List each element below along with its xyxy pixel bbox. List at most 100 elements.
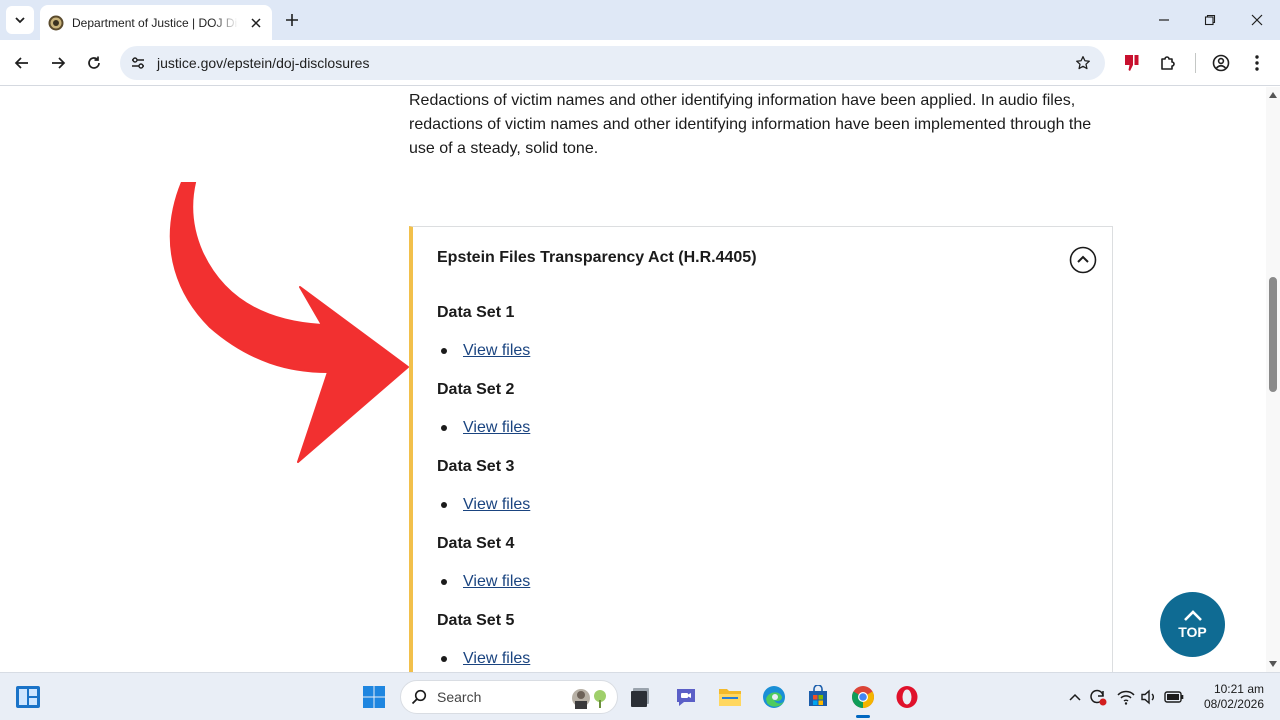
widgets-icon [16,686,40,708]
teams-button[interactable] [672,683,700,711]
list-item: View files [437,573,530,591]
search-label: Search [437,689,482,705]
battery-icon [1164,691,1184,703]
data-set-title: Data Set 1 [437,304,515,321]
tab-title: Department of Justice | DOJ Disclosures [72,15,238,30]
browser-window: Department of Justice | DOJ Disclosures [0,0,1280,720]
taskbar-search[interactable]: Search [400,680,618,714]
bullet [441,502,447,508]
page-viewport: Redactions of victim names and other ide… [0,87,1266,672]
chevron-up-circle-icon [1069,246,1097,274]
data-set-title: Data Set 5 [437,612,515,629]
search-highlight-icon [572,689,606,709]
browser-toolbar: justice.gov/epstein/doj-disclosures [0,40,1280,86]
minimize-button[interactable] [1150,6,1178,34]
back-button[interactable] [8,49,36,77]
close-icon [1251,14,1263,26]
thumb-down-extension-icon [1125,55,1139,71]
view-files-link[interactable]: View files [463,342,530,360]
close-icon [251,17,261,28]
list-item: View files [437,496,530,514]
tab-search-button[interactable] [6,6,34,34]
chrome-icon [852,686,874,708]
data-set-title: Data Set 4 [437,535,515,552]
start-button[interactable] [360,683,388,711]
plus-icon [286,14,298,26]
extension-red-button[interactable] [1118,49,1146,77]
profile-button[interactable] [1207,49,1235,77]
sync-alert-icon [1090,689,1107,706]
teams-chat-icon [677,689,695,706]
minimize-icon [1159,19,1169,21]
puzzle-icon [1161,56,1175,70]
url-text[interactable]: justice.gov/epstein/doj-disclosures [157,55,369,71]
tab-close-button[interactable] [248,15,264,31]
task-view-icon [631,688,649,707]
opera-button[interactable] [893,683,921,711]
scroll-up-arrow-icon[interactable] [1269,92,1277,98]
new-tab-button[interactable] [280,8,304,32]
view-files-link[interactable]: View files [463,573,530,591]
top-button-label: TOP [1178,623,1207,640]
edge-icon [763,686,785,708]
redaction-notice: Redactions of victim names and other ide… [409,92,1092,157]
window-close-button[interactable] [1243,6,1271,34]
arrow-right-icon [52,57,66,69]
red-curved-arrow-annotation [169,182,409,463]
bullet [441,425,447,431]
address-bar[interactable]: justice.gov/epstein/doj-disclosures [120,46,1105,80]
task-view-button[interactable] [626,683,654,711]
chevron-down-icon [15,17,25,24]
account-icon [1212,54,1230,72]
windows-logo-icon [363,686,385,708]
store-button[interactable] [804,683,832,711]
view-files-link[interactable]: View files [463,419,530,437]
chrome-button[interactable] [849,683,877,711]
tune-icon [132,57,144,69]
accordion-collapse-button[interactable] [1069,246,1097,274]
restore-button[interactable] [1196,6,1224,34]
wifi-button[interactable] [1116,687,1136,707]
bullet [441,656,447,662]
back-to-top-button[interactable]: TOP [1160,592,1225,657]
store-icon [809,685,827,706]
chevron-up-icon [1183,609,1202,621]
edge-button[interactable] [760,683,788,711]
reload-button[interactable] [80,49,108,77]
site-info-button[interactable] [126,51,150,75]
folder-icon [719,689,741,706]
tab-strip: Department of Justice | DOJ Disclosures [0,0,1280,40]
file-explorer-button[interactable] [716,683,744,711]
menu-button[interactable] [1243,49,1271,77]
battery-button[interactable] [1164,687,1184,707]
wifi-icon [1117,690,1135,705]
forward-button[interactable] [44,49,72,77]
data-set-title: Data Set 2 [437,381,515,398]
system-clock[interactable]: 10:21 am 08/02/2026 [1194,682,1264,712]
scrollbar-thumb[interactable] [1269,277,1277,392]
more-vertical-icon [1255,55,1259,71]
bookmark-button[interactable] [1071,51,1095,75]
list-item: View files [437,650,530,668]
list-item: View files [437,342,530,360]
bullet [441,348,447,354]
volume-button[interactable] [1139,687,1159,707]
scroll-down-arrow-icon[interactable] [1269,661,1277,667]
active-tab[interactable]: Department of Justice | DOJ Disclosures [40,5,272,40]
star-icon [1076,56,1090,70]
clock-time: 10:21 am [1213,682,1264,696]
windows-taskbar: Search 10:21 am 08/02/2026 [0,672,1280,720]
extensions-button[interactable] [1154,49,1182,77]
chrome-active-indicator [856,715,870,718]
opera-icon [896,686,918,708]
accordion-heading[interactable]: Epstein Files Transparency Act (H.R.4405… [437,249,757,267]
page-scrollbar[interactable] [1266,87,1280,672]
view-files-link[interactable]: View files [463,496,530,514]
widgets-button[interactable] [14,683,42,711]
data-set-title: Data Set 3 [437,458,515,475]
accordion-epstein-files: Epstein Files Transparency Act (H.R.4405… [409,226,1113,672]
view-files-link[interactable]: View files [463,650,530,668]
show-hidden-icons-button[interactable] [1065,687,1085,707]
restore-icon [1204,14,1216,26]
update-tray-button[interactable] [1088,687,1108,707]
